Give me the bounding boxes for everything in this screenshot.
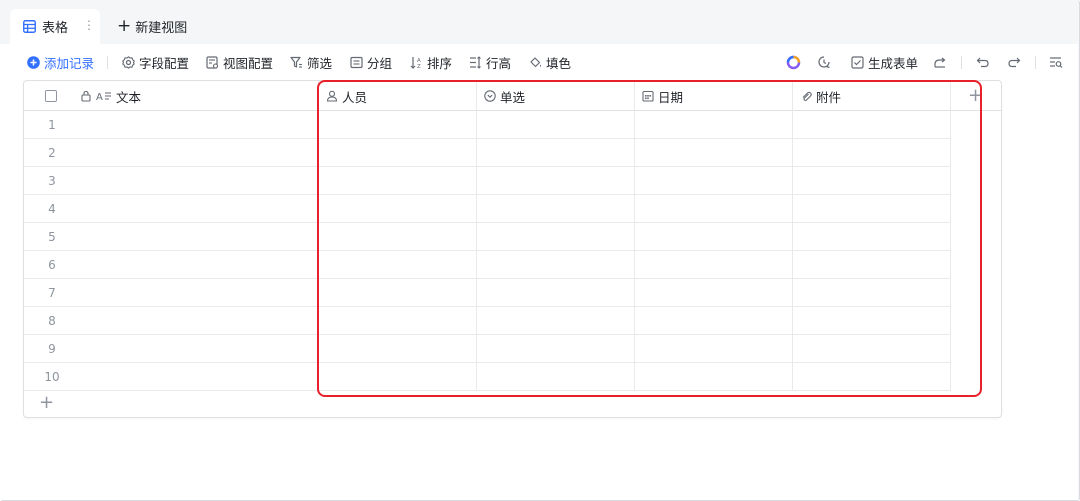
row-number: 3 (48, 174, 56, 188)
toolbar-divider (1035, 56, 1036, 69)
generate-form-label: 生成表单 (868, 55, 919, 71)
generate-form-button[interactable]: 生成表单 (850, 53, 918, 71)
toolbar: 添加记录 字段配置 视图配置 筛选 分组 AZ 排序 行高 填色 生成表单 (0, 44, 1078, 80)
lock-icon (80, 90, 92, 102)
row-height-icon (468, 55, 482, 69)
fill-color-button[interactable]: 填色 (528, 53, 571, 71)
ai-assistant-icon[interactable] (785, 54, 801, 70)
view-tab-bar: 表格 ⋮ + 新建视图 (0, 0, 1078, 44)
column-name: 文本 (116, 89, 142, 105)
group-button[interactable]: 分组 (349, 53, 392, 71)
gear-icon (121, 55, 135, 69)
row-number: 5 (48, 230, 56, 244)
row-number: 7 (48, 286, 56, 300)
sort-icon: AZ (409, 55, 423, 69)
view-config-label: 视图配置 (223, 55, 274, 71)
tab-label: 表格 (42, 21, 69, 36)
add-circle-icon (26, 55, 40, 69)
row-number: 4 (48, 202, 56, 216)
field-config-label: 字段配置 (139, 55, 190, 71)
row-number: 10 (44, 370, 60, 384)
undo-icon[interactable] (975, 54, 991, 70)
svg-text:Z: Z (417, 64, 421, 69)
add-row-button[interactable]: + (39, 394, 54, 412)
row-number: 2 (48, 146, 56, 160)
form-checkbox-icon (850, 55, 864, 69)
row-number: 1 (48, 118, 56, 132)
share-icon[interactable] (932, 54, 948, 70)
add-record-button[interactable]: 添加记录 (26, 53, 94, 71)
row-number: 8 (48, 314, 56, 328)
row-number: 9 (48, 342, 56, 356)
column-header-text[interactable]: A 文本 (72, 81, 318, 111)
group-label: 分组 (367, 55, 393, 71)
sort-label: 排序 (427, 55, 453, 71)
redo-icon[interactable] (1006, 54, 1022, 70)
plus-icon: + (117, 16, 132, 36)
select-all-checkbox[interactable] (45, 90, 57, 102)
toolbar-divider (107, 56, 108, 69)
add-record-label: 添加记录 (44, 55, 95, 71)
fill-color-label: 填色 (546, 55, 572, 71)
tab-more-icon[interactable]: ⋮ (83, 18, 95, 32)
filter-icon (289, 55, 303, 69)
paint-bucket-icon (528, 55, 542, 69)
highlight-box (317, 80, 982, 397)
new-view-button[interactable]: + 新建视图 (117, 16, 188, 37)
svg-text:A: A (96, 92, 103, 102)
filter-button[interactable]: 筛选 (289, 53, 332, 71)
sort-button[interactable]: AZ 排序 (409, 53, 452, 71)
toolbar-divider (961, 56, 962, 69)
row-number: 6 (48, 258, 56, 272)
view-config-button[interactable]: 视图配置 (205, 53, 273, 71)
new-view-label: 新建视图 (135, 21, 188, 36)
filter-label: 筛选 (307, 55, 333, 71)
history-icon[interactable] (816, 54, 832, 70)
view-settings-icon (205, 55, 219, 69)
tab-table-view[interactable]: 表格 ⋮ (10, 9, 100, 44)
table-grid-icon (23, 20, 36, 33)
text-icon: A (96, 90, 112, 102)
row-height-button[interactable]: 行高 (468, 53, 511, 71)
search-list-icon[interactable] (1048, 54, 1064, 70)
group-icon (349, 55, 363, 69)
row-height-label: 行高 (486, 55, 512, 71)
field-config-button[interactable]: 字段配置 (121, 53, 189, 71)
